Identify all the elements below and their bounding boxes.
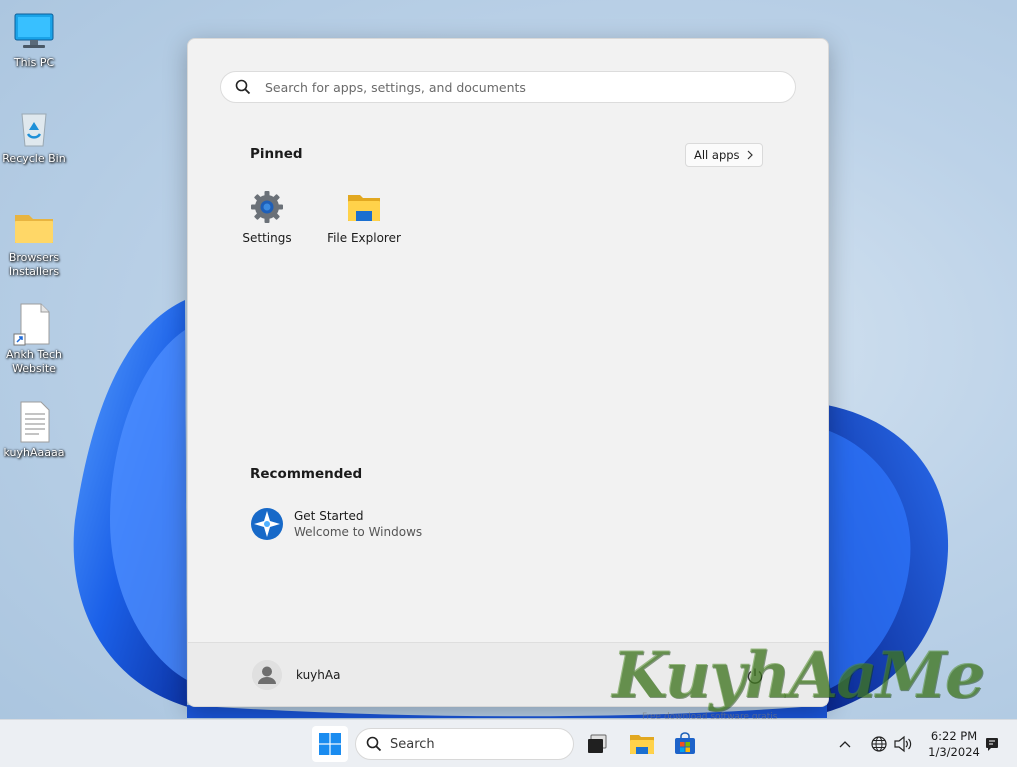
task-view-button[interactable]: [579, 726, 615, 762]
avatar-icon: [252, 660, 282, 690]
power-icon[interactable]: [746, 667, 764, 685]
folder-icon: [15, 215, 53, 243]
chevron-right-icon: [747, 150, 753, 160]
show-hidden-icons-button[interactable]: [838, 720, 852, 767]
gear-icon: [251, 191, 283, 223]
recycle-bin-icon: [21, 113, 47, 147]
folder-icon: [348, 195, 380, 221]
clock-time: 6:22 PM: [930, 729, 978, 743]
start-menu: Pinned All apps Settings: [187, 38, 829, 707]
text-document-icon: [20, 401, 50, 443]
monitor-icon: [14, 13, 54, 48]
start-menu-footer: kuyhAa: [188, 642, 828, 706]
pinned-app-settings[interactable]: Settings: [221, 189, 313, 245]
user-name: kuyhAa: [296, 668, 341, 682]
recommended-item-get-started[interactable]: Get Started Welcome to Windows: [250, 507, 422, 541]
notifications-button[interactable]: [985, 720, 999, 767]
recommended-item-title: Get Started: [294, 509, 364, 523]
search-icon: [366, 736, 382, 752]
folder-icon: [630, 735, 654, 754]
speaker-icon: [894, 735, 912, 752]
taskbar: Search 6:22 PM 1/3/2024: [0, 719, 1017, 767]
clock-date: 1/3/2024: [928, 745, 980, 759]
taskbar-file-explorer[interactable]: [624, 726, 660, 762]
notification-icon: [986, 737, 998, 751]
network-button[interactable]: [870, 720, 888, 767]
desktop-icon-label: kuyhAaaaa: [3, 446, 65, 459]
pinned-app-label: File Explorer: [327, 231, 401, 245]
pinned-app-label: Settings: [242, 231, 292, 245]
taskbar-microsoft-store[interactable]: [667, 726, 703, 762]
desktop-icon-this-pc[interactable]: This PC: [0, 10, 68, 70]
pinned-heading: Pinned: [250, 146, 303, 162]
taskbar-search-label: Search: [390, 736, 435, 752]
desktop-icon-label: This PC: [13, 56, 55, 69]
store-icon: [675, 732, 695, 754]
task-view-icon: [588, 734, 607, 753]
volume-button[interactable]: [893, 720, 913, 767]
desktop-icon-browsers-installers[interactable]: Browsers Installers: [0, 205, 68, 279]
desktop-icon-label: Ankh Tech Website: [6, 348, 62, 375]
search-icon: [235, 79, 251, 95]
desktop-icon-label: Browsers Installers: [8, 251, 60, 278]
start-search-box[interactable]: [220, 71, 796, 103]
get-started-icon: [251, 508, 283, 540]
all-apps-label: All apps: [694, 148, 740, 162]
taskbar-clock[interactable]: 6:22 PM 1/3/2024: [922, 728, 986, 760]
desktop-icon-label: Recycle Bin: [2, 152, 66, 165]
pinned-app-file-explorer[interactable]: File Explorer: [318, 189, 410, 245]
desktop-icon-recycle-bin[interactable]: Recycle Bin: [0, 106, 68, 166]
desktop-icon-kuyhaaaaa[interactable]: kuyhAaaaa: [0, 400, 68, 460]
taskbar-search[interactable]: Search: [355, 728, 574, 760]
chevron-up-icon: [839, 740, 851, 747]
recommended-heading: Recommended: [250, 466, 363, 482]
user-account-button[interactable]: kuyhAa: [252, 660, 340, 690]
windows-logo-icon: [319, 733, 341, 755]
all-apps-button[interactable]: All apps: [685, 143, 763, 167]
desktop-icon-ankh-tech-website[interactable]: Ankh Tech Website: [0, 302, 68, 376]
recommended-item-subtitle: Welcome to Windows: [294, 525, 423, 539]
globe-icon: [871, 735, 887, 752]
start-button[interactable]: [312, 726, 348, 762]
start-search-input[interactable]: [263, 78, 767, 96]
shortcut-file-icon: [13, 303, 50, 346]
